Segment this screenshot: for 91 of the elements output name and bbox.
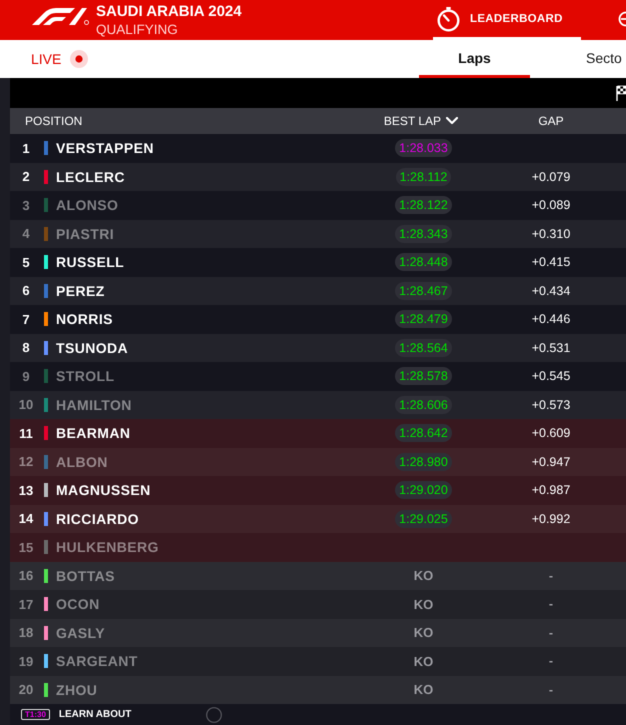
gap-time: +0.609: [532, 426, 570, 440]
best-lap-time: 1:29.025: [395, 510, 452, 528]
driver-name: HAMILTON: [56, 396, 132, 413]
position-number: 15: [18, 540, 34, 555]
best-lap-time: 1:28.564: [395, 338, 452, 357]
driver-name: SARGEANT: [56, 653, 138, 670]
driver-name: HULKENBERG: [56, 539, 159, 556]
position-number: 5: [22, 254, 30, 270]
position-number: 19: [18, 654, 34, 669]
driver-name: PEREZ: [56, 282, 105, 299]
event-title: SAUDI ARABIA 2024: [96, 2, 242, 21]
best-lap-time: 1:28.448: [395, 253, 452, 272]
driver-name: MAGNUSSEN: [56, 482, 151, 498]
column-header[interactable]: BEST LAP: [382, 113, 460, 129]
promo-text[interactable]: LEARN ABOUT: [58, 709, 132, 720]
position-number: 10: [18, 397, 34, 412]
circle-icon[interactable]: [206, 706, 222, 722]
position-number: 7: [22, 312, 30, 327]
driver-name: TSUNODA: [56, 340, 128, 356]
best-lap-time: 1:28.642: [395, 424, 452, 442]
driver-name: STROLL: [56, 368, 114, 384]
position-number: 13: [18, 482, 34, 498]
position-number: 12: [18, 454, 34, 470]
gap-time: -: [548, 654, 554, 668]
driver-name: LECLERC: [56, 168, 125, 185]
driver-name: BOTTAS: [56, 568, 115, 584]
driver-name: RICCIARDO: [56, 510, 139, 527]
best-lap-time: 1:28.112: [396, 168, 452, 186]
driver-name: ALONSO: [56, 197, 118, 214]
knocked-out-label: KO: [414, 625, 434, 640]
position-number: 18: [18, 625, 34, 640]
best-lap-time: 1:28.343: [395, 224, 452, 243]
knocked-out-label: KO: [414, 682, 434, 698]
column-header[interactable]: POSITION: [23, 113, 84, 129]
driver-name: ZHOU: [56, 682, 98, 698]
gap-time: +0.531: [532, 340, 570, 355]
gap-time: -: [548, 626, 554, 640]
stopwatch-icon: [437, 7, 460, 32]
position-number: 16: [18, 568, 34, 584]
position-number: 20: [18, 682, 34, 698]
chevron-down-icon: [446, 117, 458, 125]
driver-name: VERSTAPPEN: [56, 140, 154, 156]
gap-time: -: [548, 682, 554, 697]
knocked-out-label: KO: [414, 596, 434, 612]
gap-time: +0.947: [532, 454, 570, 469]
position-number: 1: [22, 140, 30, 156]
gap-time: +0.545: [532, 369, 570, 384]
position-number: 4: [22, 226, 30, 242]
driver-name: RUSSELL: [56, 254, 124, 270]
knocked-out-label: KO: [414, 568, 434, 584]
position-number: 3: [22, 198, 30, 213]
position-number: 14: [18, 511, 34, 526]
driver-name: GASLY: [56, 624, 105, 641]
driver-name: OCON: [56, 596, 100, 612]
driver-name: ALBON: [56, 454, 108, 470]
best-lap-time: 1:28.033: [395, 139, 452, 158]
driver-name: BEARMAN: [56, 425, 130, 442]
gap-time: +0.987: [532, 483, 570, 498]
position-number: 11: [19, 426, 33, 441]
gap-time: +0.446: [532, 312, 570, 326]
gap-time: +0.415: [532, 255, 570, 270]
position-number: 8: [22, 340, 30, 356]
position-number: 9: [22, 368, 30, 384]
checkered-flag-icon[interactable]: [616, 85, 626, 101]
gap-time: +0.079: [532, 170, 570, 184]
position-number: 6: [22, 283, 30, 298]
gap-time: +0.573: [532, 398, 570, 412]
gap-time: +0.089: [532, 198, 570, 212]
gap-time: +0.434: [532, 284, 570, 298]
best-lap-time: 1:28.479: [395, 310, 452, 328]
timer-badge: T1:30: [21, 709, 50, 720]
best-lap-time: 1:28.578: [395, 367, 452, 386]
view-tab[interactable]: Secto: [530, 40, 626, 78]
column-header[interactable]: GAP: [536, 113, 566, 129]
gap-time: +0.310: [532, 226, 570, 241]
live-label: LIVE: [31, 51, 62, 67]
best-lap-time: 1:28.122: [395, 196, 452, 214]
gap-time: -: [548, 568, 554, 583]
position-number: 2: [22, 169, 30, 184]
gap-time: -: [548, 597, 554, 612]
best-lap-time: 1:28.467: [395, 282, 452, 300]
position-number: 17: [18, 596, 34, 612]
best-lap-time: 1:29.020: [395, 481, 452, 500]
driver-name: NORRIS: [56, 311, 113, 328]
knocked-out-label: KO: [414, 654, 434, 669]
session-name: QUALIFYING: [96, 21, 178, 38]
gap-time: +0.992: [532, 512, 570, 526]
driver-name: PIASTRI: [56, 226, 114, 242]
logo-icon: [32, 8, 90, 25]
best-lap-time: 1:28.606: [395, 396, 452, 414]
best-lap-time: 1:28.980: [395, 452, 452, 471]
